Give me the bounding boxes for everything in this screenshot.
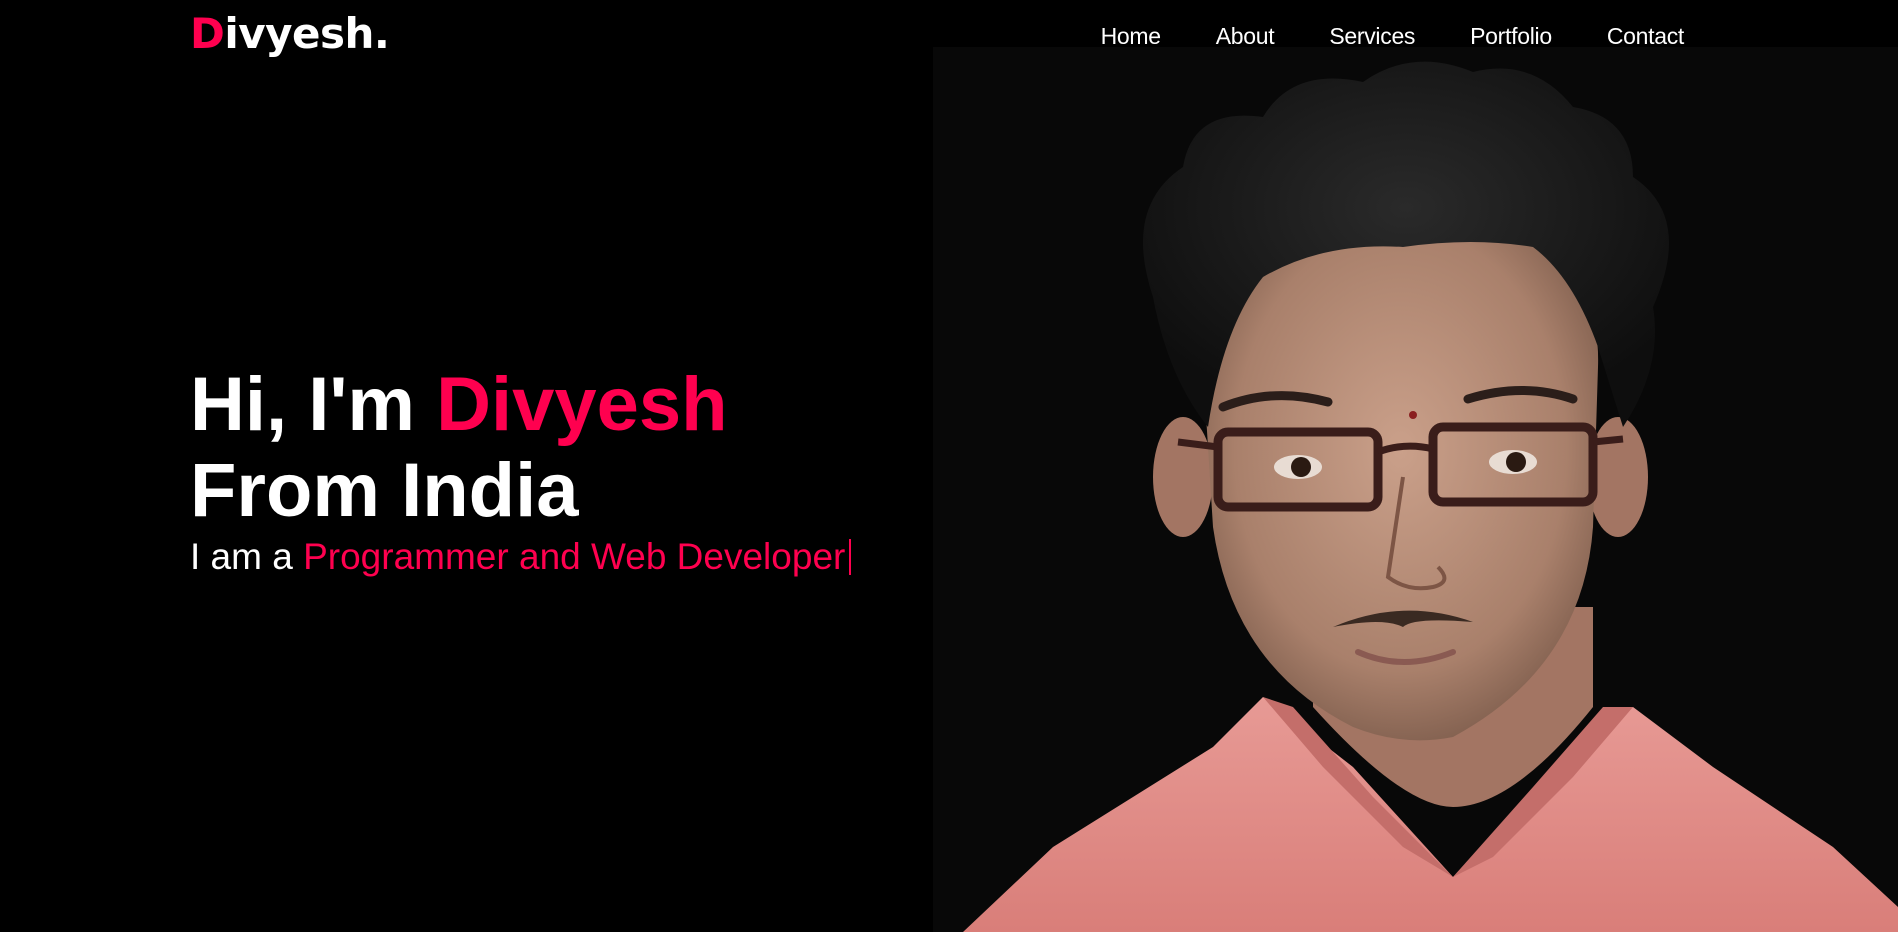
hero-sub-prefix: I am a xyxy=(190,536,304,577)
main-nav: Home About Services Portfolio Contact xyxy=(1101,20,1685,52)
hero-greeting: Hi, I'm xyxy=(190,362,437,447)
page: Divyesh. Home About Services Portfolio C… xyxy=(0,0,1898,932)
hero-location: From India xyxy=(190,448,579,533)
logo-rest: ivyesh. xyxy=(224,9,390,58)
nav-services[interactable]: Services xyxy=(1329,20,1415,52)
site-logo[interactable]: Divyesh. xyxy=(190,6,390,62)
nav-about[interactable]: About xyxy=(1216,20,1275,52)
logo-initial: D xyxy=(190,9,225,58)
hero-name: Divyesh xyxy=(436,362,728,447)
nav-home[interactable]: Home xyxy=(1101,20,1161,52)
hero-title: Hi, I'm Divyesh From India xyxy=(190,362,851,534)
site-header: Divyesh. Home About Services Portfolio C… xyxy=(0,0,1898,70)
typing-cursor xyxy=(849,539,852,575)
hero-subtitle: I am a Programmer and Web Developer xyxy=(190,534,852,580)
nav-contact[interactable]: Contact xyxy=(1607,20,1684,52)
nav-portfolio[interactable]: Portfolio xyxy=(1470,20,1552,52)
hero-role: Programmer and Web Developer xyxy=(303,536,846,577)
hero-section: Hi, I'm Divyesh From India I am a Progra… xyxy=(190,362,852,580)
profile-photo xyxy=(933,47,1898,932)
